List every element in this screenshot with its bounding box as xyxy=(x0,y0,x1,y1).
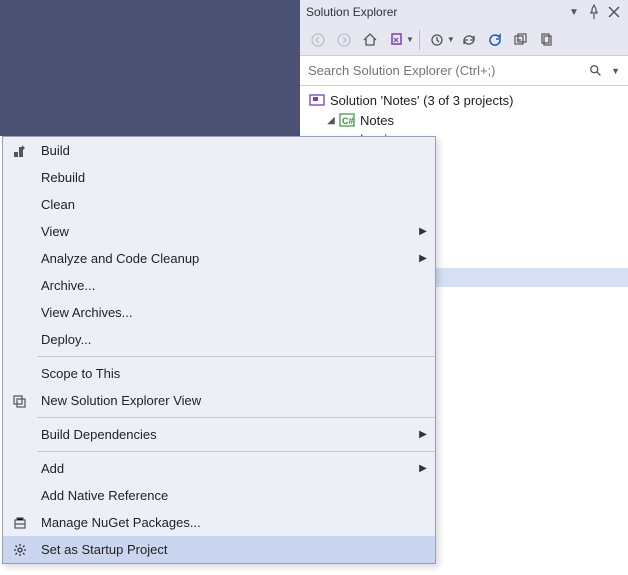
menu-new-se-view[interactable]: New Solution Explorer View xyxy=(3,387,435,414)
submenu-arrow-icon: ▶ xyxy=(411,463,435,474)
collapse-all-icon[interactable] xyxy=(509,28,533,52)
menu-rebuild[interactable]: Rebuild xyxy=(3,164,435,191)
menu-view-archives[interactable]: View Archives... xyxy=(3,299,435,326)
expand-icon[interactable]: ◢ xyxy=(324,115,338,126)
menu-scope[interactable]: Scope to This xyxy=(3,360,435,387)
menu-label: View Archives... xyxy=(37,305,411,320)
refresh-icon[interactable] xyxy=(483,28,507,52)
tree-label: Notes xyxy=(360,113,394,128)
svg-text:C#: C# xyxy=(342,116,354,126)
menu-label: Analyze and Code Cleanup xyxy=(37,251,411,266)
menu-label: New Solution Explorer View xyxy=(37,393,411,408)
tree-project[interactable]: ◢ C# Notes xyxy=(300,110,628,130)
solution-explorer-toolbar: ▼ ▼ xyxy=(300,24,628,56)
solution-icon xyxy=(308,92,326,108)
menu-separator xyxy=(37,356,435,357)
submenu-arrow-icon: ▶ xyxy=(411,226,435,237)
menu-analyze[interactable]: Analyze and Code Cleanup▶ xyxy=(3,245,435,272)
menu-label: Deploy... xyxy=(37,332,411,347)
sync-icon[interactable] xyxy=(457,28,481,52)
csharp-icon: C# xyxy=(338,112,356,128)
menu-separator xyxy=(37,417,435,418)
dropdown-icon[interactable]: ▼ xyxy=(406,35,414,44)
close-icon[interactable] xyxy=(606,4,622,20)
menu-view[interactable]: View▶ xyxy=(3,218,435,245)
forward-icon[interactable] xyxy=(332,28,356,52)
menu-nuget[interactable]: Manage NuGet Packages... xyxy=(3,509,435,536)
menu-label: Build xyxy=(37,143,411,158)
dropdown-icon[interactable]: ▼ xyxy=(611,66,620,76)
nuget-icon xyxy=(3,515,37,531)
switch-views-icon[interactable] xyxy=(384,28,408,52)
menu-label: Rebuild xyxy=(37,170,411,185)
menu-label: Scope to This xyxy=(37,366,411,381)
show-all-files-icon[interactable] xyxy=(535,28,559,52)
menu-build[interactable]: Build xyxy=(3,137,435,164)
menu-deploy[interactable]: Deploy... xyxy=(3,326,435,353)
search-icon[interactable] xyxy=(589,64,609,78)
panel-title: Solution Explorer xyxy=(306,5,566,19)
back-icon[interactable] xyxy=(306,28,330,52)
submenu-arrow-icon: ▶ xyxy=(411,429,435,440)
window-position-icon[interactable]: ▼ xyxy=(566,4,582,20)
solution-explorer-search: ▼ xyxy=(300,56,628,86)
editor-background xyxy=(0,0,300,136)
new-view-icon xyxy=(3,393,37,409)
tree-label: Solution 'Notes' (3 of 3 projects) xyxy=(330,93,513,108)
menu-label: Clean xyxy=(37,197,411,212)
dropdown-icon[interactable]: ▼ xyxy=(447,35,455,44)
build-icon xyxy=(3,143,37,159)
menu-clean[interactable]: Clean xyxy=(3,191,435,218)
menu-label: Add xyxy=(37,461,411,476)
gear-icon xyxy=(3,542,37,558)
menu-label: Set as Startup Project xyxy=(37,542,411,557)
menu-label: View xyxy=(37,224,411,239)
menu-separator xyxy=(37,451,435,452)
menu-add-native[interactable]: Add Native Reference xyxy=(3,482,435,509)
home-icon[interactable] xyxy=(358,28,382,52)
menu-label: Archive... xyxy=(37,278,411,293)
search-input[interactable] xyxy=(308,63,589,78)
menu-set-startup[interactable]: Set as Startup Project xyxy=(3,536,435,563)
tree-solution[interactable]: Solution 'Notes' (3 of 3 projects) xyxy=(300,90,628,110)
menu-label: Add Native Reference xyxy=(37,488,411,503)
pending-changes-icon[interactable] xyxy=(425,28,449,52)
submenu-arrow-icon: ▶ xyxy=(411,253,435,264)
menu-label: Manage NuGet Packages... xyxy=(37,515,411,530)
menu-label: Build Dependencies xyxy=(37,427,411,442)
menu-build-deps[interactable]: Build Dependencies▶ xyxy=(3,421,435,448)
context-menu: Build Rebuild Clean View▶ Analyze and Co… xyxy=(2,136,436,564)
solution-explorer-titlebar: Solution Explorer ▼ xyxy=(300,0,628,24)
menu-add[interactable]: Add▶ xyxy=(3,455,435,482)
separator xyxy=(419,30,420,50)
pin-icon[interactable] xyxy=(586,4,602,20)
menu-archive[interactable]: Archive... xyxy=(3,272,435,299)
